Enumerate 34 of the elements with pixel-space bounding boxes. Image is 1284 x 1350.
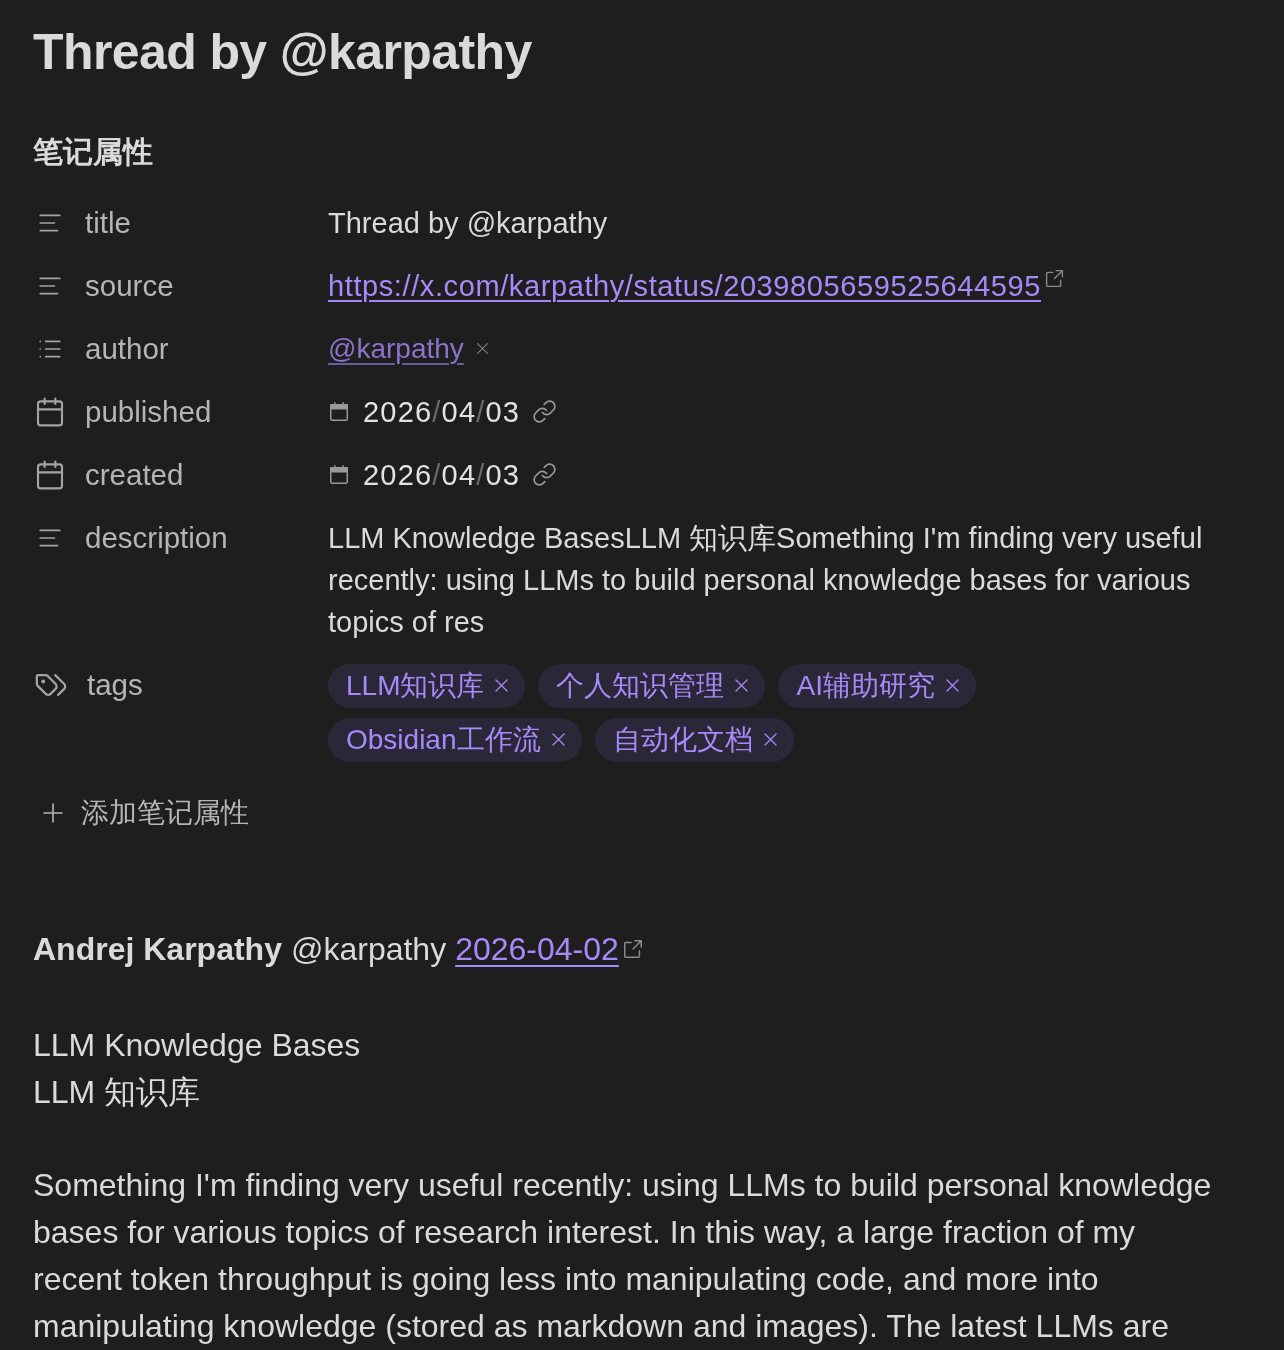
- add-property-button[interactable]: 添加笔记属性: [41, 791, 249, 835]
- note-title: Thread by @karpathy: [33, 23, 533, 82]
- tag-chip[interactable]: Obsidian工作流: [328, 717, 582, 762]
- source-link[interactable]: https://x.com/karpathy/status/2039805659525644595: [328, 264, 1065, 307]
- tag-chip[interactable]: 自动化文档: [594, 717, 794, 762]
- tag-chip[interactable]: LLM知识库: [328, 663, 526, 708]
- external-link-icon: [1044, 267, 1065, 289]
- tag-chip[interactable]: 个人知识管理: [538, 663, 766, 708]
- post-text-line: LLM 知识库: [33, 1073, 202, 1112]
- property-name[interactable]: tags: [87, 663, 143, 706]
- post-paragraph: Something I'm finding very useful recently: using LLMs to build personal knowledge bases for various topics of research interest. In this way, a large fraction of my recent token throughput is going less into manipulating code, and more into manipulating knowledge (stored as markdown and images). The latest LLMs are: [33, 1166, 1213, 1346]
- properties-heading: 笔记属性: [33, 134, 154, 170]
- external-link-icon: [621, 938, 644, 960]
- author-handle: @karpathy: [290, 930, 447, 969]
- author-name: Andrej Karpathy: [33, 930, 282, 969]
- property-value[interactable]: LLM Knowledge BasesLLM 知识库Something I'm finding very useful recently: using LLMs to build personal knowledge bases for various topics of res: [328, 516, 1248, 643]
- date-value[interactable]: 2026/04/03: [363, 390, 521, 433]
- post-date-link[interactable]: 2026-04-02: [455, 925, 644, 973]
- post-text-line: LLM Knowledge Bases: [33, 1026, 362, 1065]
- property-value[interactable]: Thread by @karpathy: [328, 201, 1248, 244]
- property-name[interactable]: title: [85, 201, 131, 244]
- calendar-icon: [328, 462, 350, 487]
- property-name[interactable]: source: [85, 264, 174, 307]
- plus-icon: [41, 801, 65, 825]
- tag-chip[interactable]: AI辅助研究: [778, 663, 976, 708]
- property-name[interactable]: published: [85, 390, 212, 433]
- property-name[interactable]: description: [85, 516, 228, 559]
- date-value[interactable]: 2026/04/03: [363, 453, 521, 496]
- author-link[interactable]: @karpathy: [328, 327, 464, 370]
- link-icon[interactable]: [532, 399, 558, 424]
- link-icon[interactable]: [532, 462, 558, 487]
- property-name[interactable]: author: [85, 327, 169, 370]
- property-name[interactable]: created: [85, 453, 184, 496]
- calendar-icon: [328, 399, 350, 424]
